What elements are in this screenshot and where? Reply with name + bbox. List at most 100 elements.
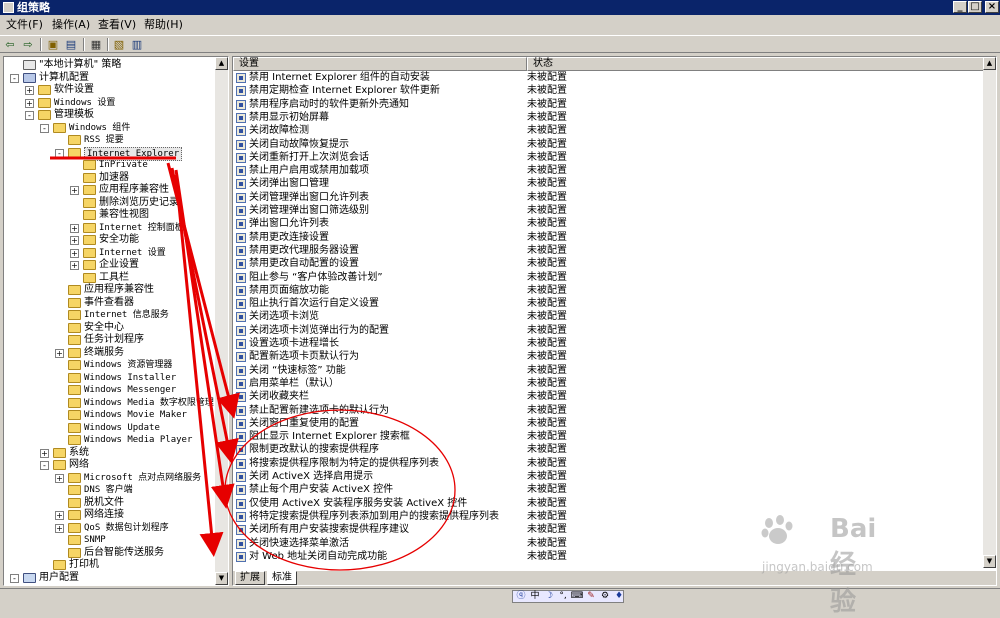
header-state[interactable]: 状态 bbox=[527, 57, 985, 71]
back-icon[interactable]: ⇦ bbox=[2, 37, 18, 52]
policy-setting-icon bbox=[236, 285, 246, 296]
expand-icon[interactable]: + bbox=[70, 261, 79, 270]
collapse-icon[interactable]: - bbox=[10, 573, 19, 583]
list-item[interactable]: 禁止配置新建选项卡的默认行为 未被配置 bbox=[233, 404, 983, 417]
tree-pane[interactable]: "本地计算机" 策略 - 计算机配置 + 软件设置 + Windows 设置 - 管理模板 - Wi… bbox=[3, 56, 229, 586]
setting-state: 未被配置 bbox=[527, 497, 567, 509]
list-item[interactable]: 关闭 “快速标签” 功能 未被配置 bbox=[233, 364, 983, 377]
list-item[interactable]: 设置选项卡进程增长 未被配置 bbox=[233, 337, 983, 350]
tree-scrollbar[interactable]: ▲ ▼ bbox=[215, 57, 228, 585]
list-item[interactable]: 关闭管理弹出窗口筛选级别 未被配置 bbox=[233, 204, 983, 217]
list-item[interactable]: 阻止执行首次运行自定义设置 未被配置 bbox=[233, 297, 983, 310]
list-item[interactable]: 关闭选项卡浏览弹出行为的配置 未被配置 bbox=[233, 324, 983, 337]
ime-toolbar[interactable]: ⓠ 中 ☽ °, ⌨ ✎ ⚙ ♦ bbox=[512, 590, 624, 603]
list-item[interactable]: 关闭选项卡浏览 未被配置 bbox=[233, 310, 983, 323]
tab-extended[interactable]: 扩展 bbox=[235, 571, 265, 585]
list-item[interactable]: 启用菜单栏（默认） 未被配置 bbox=[233, 377, 983, 390]
scroll-down-icon[interactable]: ▼ bbox=[983, 555, 996, 568]
header-setting[interactable]: 设置 bbox=[233, 57, 527, 71]
collapse-icon[interactable]: - bbox=[40, 461, 49, 470]
collapse-icon[interactable]: - bbox=[10, 73, 19, 83]
list-item[interactable]: 禁用更改连接设置 未被配置 bbox=[233, 231, 983, 244]
help-icon[interactable]: ▥ bbox=[129, 37, 145, 52]
collapse-icon[interactable]: - bbox=[40, 123, 49, 133]
list-item[interactable]: 限制更改默认的搜索提供程序 未被配置 bbox=[233, 443, 983, 456]
list-item[interactable]: 关闭弹出窗口管理 未被配置 bbox=[233, 177, 983, 190]
setting-state: 未被配置 bbox=[527, 324, 567, 336]
ime-chinese-mode[interactable]: 中 bbox=[528, 591, 542, 602]
setting-state: 未被配置 bbox=[527, 271, 567, 283]
list-scrollbar[interactable]: ▲ ▼ bbox=[983, 57, 996, 568]
menu-file[interactable]: 文件(F) bbox=[6, 18, 43, 32]
folder-icon bbox=[68, 360, 81, 370]
ime-settings-icon[interactable]: ⚙ bbox=[598, 591, 612, 602]
tab-standard[interactable]: 标准 bbox=[267, 571, 297, 585]
list-item[interactable]: 禁止每个用户安装 ActiveX 控件 未被配置 bbox=[233, 483, 983, 496]
collapse-icon[interactable]: - bbox=[25, 111, 34, 120]
list-item[interactable]: 关闭窗口重复使用的配置 未被配置 bbox=[233, 417, 983, 430]
menu-action[interactable]: 操作(A) bbox=[52, 18, 90, 32]
menu-help[interactable]: 帮助(H) bbox=[144, 18, 183, 32]
policy-setting-icon bbox=[236, 498, 246, 509]
policy-setting-icon bbox=[236, 378, 246, 389]
ime-menu-icon[interactable]: ♦ bbox=[612, 591, 626, 602]
list-item[interactable]: 阻止参与 “客户体验改善计划” 未被配置 bbox=[233, 271, 983, 284]
forward-icon[interactable]: ⇨ bbox=[20, 37, 36, 52]
list-item[interactable]: 禁用定期检查 Internet Explorer 软件更新 未被配置 bbox=[233, 84, 983, 97]
list-item[interactable]: 仅使用 ActiveX 安装程序服务安装 ActiveX 控件 未被配置 bbox=[233, 497, 983, 510]
ime-keyboard-icon[interactable]: ⌨ bbox=[570, 591, 584, 602]
expand-icon[interactable]: + bbox=[25, 86, 34, 95]
list-item[interactable]: 关闭管理弹出窗口允许列表 未被配置 bbox=[233, 191, 983, 204]
expand-icon[interactable]: + bbox=[70, 186, 79, 195]
settings-pane[interactable]: 设置 状态 禁用 Internet Explorer 组件的自动安装 未被配置 禁用… bbox=[232, 56, 997, 586]
policy-setting-icon bbox=[236, 445, 246, 456]
title-bar[interactable]: 组策略 _ □ × bbox=[0, 0, 1000, 15]
list-item[interactable]: 关闭自动故障恢复提示 未被配置 bbox=[233, 138, 983, 151]
list-item[interactable]: 关闭 ActiveX 选择启用提示 未被配置 bbox=[233, 470, 983, 483]
collapse-icon[interactable]: - bbox=[55, 148, 64, 158]
list-item[interactable]: 禁用更改代理服务器设置 未被配置 bbox=[233, 244, 983, 257]
menu-view[interactable]: 查看(V) bbox=[98, 18, 136, 32]
list-item[interactable]: 弹出窗口允许列表 未被配置 bbox=[233, 217, 983, 230]
list-item[interactable]: 关闭重新打开上次浏览会话 未被配置 bbox=[233, 151, 983, 164]
tree-item-label: Windows 资源管理器 bbox=[84, 360, 173, 370]
scroll-down-icon[interactable]: ▼ bbox=[215, 572, 228, 585]
setting-state: 未被配置 bbox=[527, 258, 567, 270]
list-item[interactable]: 将搜索提供程序限制为特定的提供程序列表 未被配置 bbox=[233, 457, 983, 470]
expand-icon[interactable]: + bbox=[55, 348, 64, 358]
list-item[interactable]: 关闭收藏夹栏 未被配置 bbox=[233, 390, 983, 403]
ime-punctuation-icon[interactable]: °, bbox=[556, 591, 570, 602]
list-item[interactable]: 配置新选项卡页默认行为 未被配置 bbox=[233, 350, 983, 363]
export-list-icon[interactable]: ▦ bbox=[88, 37, 104, 52]
scroll-up-icon[interactable]: ▲ bbox=[983, 57, 996, 70]
list-item[interactable]: 禁止用户启用或禁用加载项 未被配置 bbox=[233, 164, 983, 177]
up-folder-icon[interactable]: ▣ bbox=[45, 37, 61, 52]
maximize-button[interactable]: □ bbox=[968, 1, 982, 13]
expand-icon[interactable]: + bbox=[70, 236, 79, 245]
minimize-button[interactable]: _ bbox=[953, 1, 967, 13]
list-item[interactable]: 禁用更改自动配置的设置 未被配置 bbox=[233, 257, 983, 270]
list-item[interactable]: 禁用 Internet Explorer 组件的自动安装 未被配置 bbox=[233, 71, 983, 84]
expand-icon[interactable]: + bbox=[55, 473, 64, 483]
ime-pen-icon[interactable]: ✎ bbox=[584, 591, 598, 602]
ime-halfwidth-icon[interactable]: ☽ bbox=[542, 591, 556, 602]
scroll-up-icon[interactable]: ▲ bbox=[215, 57, 228, 70]
toolbar-separator bbox=[40, 38, 42, 51]
expand-icon[interactable]: + bbox=[55, 523, 64, 533]
expand-icon[interactable]: + bbox=[40, 448, 49, 458]
policy-setting-icon bbox=[236, 86, 246, 97]
expand-icon[interactable]: + bbox=[70, 248, 79, 258]
list-item[interactable]: 禁用程序启动时的软件更新外壳通知 未被配置 bbox=[233, 98, 983, 111]
expand-icon[interactable]: + bbox=[70, 223, 79, 233]
properties-icon[interactable]: ▧ bbox=[111, 37, 127, 52]
ime-logo-icon[interactable]: ⓠ bbox=[514, 591, 528, 602]
show-tree-icon[interactable]: ▤ bbox=[63, 37, 79, 52]
tree-item-label: 删除浏览历史记录 bbox=[99, 196, 179, 208]
list-item[interactable]: 禁用页面缩放功能 未被配置 bbox=[233, 284, 983, 297]
list-item[interactable]: 禁用显示初始屏幕 未被配置 bbox=[233, 111, 983, 124]
list-item[interactable]: 关闭故障检测 未被配置 bbox=[233, 124, 983, 137]
expand-icon[interactable]: + bbox=[55, 511, 64, 520]
list-item[interactable]: 阻止显示 Internet Explorer 搜索框 未被配置 bbox=[233, 430, 983, 443]
expand-icon[interactable]: + bbox=[25, 98, 34, 108]
close-button[interactable]: × bbox=[985, 1, 999, 13]
